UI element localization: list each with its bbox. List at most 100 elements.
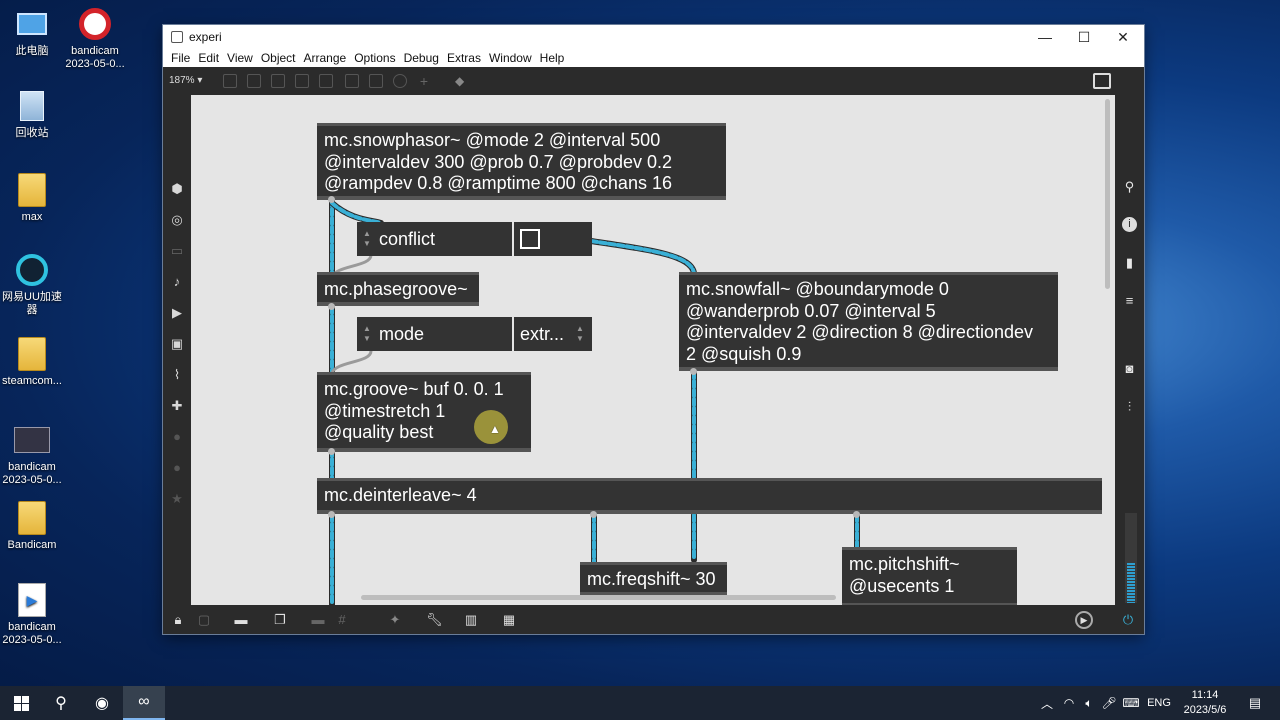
- toolbar-icon[interactable]: [319, 74, 333, 88]
- desktop-icon-bandicam-folder[interactable]: Bandicam: [0, 500, 72, 552]
- debug-icon[interactable]: ✦: [388, 613, 402, 627]
- horizontal-scrollbar[interactable]: [361, 595, 836, 600]
- plug-icon[interactable]: ✚: [170, 399, 184, 413]
- v-icon[interactable]: ●: [170, 430, 184, 444]
- toggle-box[interactable]: [514, 222, 592, 256]
- camera-icon[interactable]: ◙: [1122, 361, 1137, 376]
- play-icon[interactable]: ▶: [1075, 611, 1093, 629]
- volume-icon[interactable]: 🔈︎: [1078, 686, 1100, 720]
- conflict-umenu[interactable]: ▲ ▼ conflict: [357, 222, 512, 256]
- bandicam-icon: [77, 6, 113, 42]
- menu-view[interactable]: View: [223, 51, 257, 65]
- notification-icon[interactable]: ▤: [1240, 686, 1270, 720]
- desktop-icon-uu-accelerator[interactable]: 网易UU加速 器: [0, 252, 72, 317]
- outlet-dot[interactable]: [328, 303, 335, 310]
- desktop-icon-recycle-bin[interactable]: 回收站: [0, 88, 72, 140]
- max-app-icon[interactable]: ∞: [123, 686, 165, 720]
- mc-phasegroove-object[interactable]: mc.phasegroove~: [317, 272, 479, 306]
- toolbar-icon[interactable]: [345, 74, 359, 88]
- wifi-icon[interactable]: ◠: [1058, 686, 1080, 720]
- grid-icon[interactable]: #: [335, 613, 349, 627]
- power-icon[interactable]: ⏻: [1121, 613, 1135, 627]
- mode-umenu[interactable]: ▲ ▼ mode: [357, 317, 512, 351]
- rect-icon[interactable]: ▭: [170, 244, 184, 258]
- outlet-dot[interactable]: [328, 448, 335, 455]
- toolbar-icon[interactable]: [393, 74, 407, 88]
- book-icon[interactable]: ▮: [1122, 255, 1137, 270]
- menu-extras[interactable]: Extras: [443, 51, 485, 65]
- maximize-button[interactable]: ☐: [1064, 25, 1104, 49]
- vertical-scrollbar[interactable]: [1105, 99, 1110, 289]
- menu-debug[interactable]: Debug: [400, 51, 443, 65]
- mute-icon[interactable]: ▬: [311, 613, 325, 627]
- toolbar-icon[interactable]: [271, 74, 285, 88]
- piano-icon[interactable]: ▥: [464, 613, 478, 627]
- outlet-dot[interactable]: [590, 511, 597, 518]
- presentation-icon[interactable]: ▢: [197, 613, 211, 627]
- playlist-icon[interactable]: ▶: [170, 306, 184, 320]
- menu-help[interactable]: Help: [536, 51, 569, 65]
- wrench-icon[interactable]: 🔧︎: [426, 613, 443, 627]
- music-note-icon[interactable]: ♪: [170, 275, 184, 289]
- paperclip-icon[interactable]: ⌇: [170, 368, 184, 382]
- extr-umenu[interactable]: extr... ▲ ▼: [514, 317, 592, 351]
- p-icon[interactable]: ●: [170, 461, 184, 475]
- paint-bucket-icon[interactable]: ◆: [455, 74, 469, 88]
- mc-pitchshift-object[interactable]: mc.pitchshift~ @usecents 1: [842, 547, 1017, 605]
- max-patcher-window: experi — ☐ ✕ File Edit View Object Arran…: [163, 25, 1144, 634]
- steam-icon[interactable]: ◉: [81, 686, 123, 720]
- desktop-icon-bandicam-video-1[interactable]: bandicam 2023-05-0...: [0, 422, 72, 487]
- zoom-dropdown[interactable]: 187% ▾: [169, 75, 202, 86]
- toolbar-icon[interactable]: [247, 74, 261, 88]
- desktop-icon-max[interactable]: max: [0, 172, 72, 224]
- desktop-icon-bandicam-recording[interactable]: bandicam 2023-05-0...: [55, 6, 135, 71]
- info-icon[interactable]: i: [1122, 217, 1137, 232]
- mc-snowphasor-object[interactable]: mc.snowphasor~ @mode 2 @interval 500 @in…: [317, 123, 726, 200]
- keyboard-icon[interactable]: ⌨: [1120, 686, 1142, 720]
- target-icon[interactable]: ◎: [170, 213, 184, 227]
- lock-icon[interactable]: 🔒︎: [171, 613, 185, 627]
- language-indicator[interactable]: ENG: [1144, 686, 1174, 720]
- minimize-button[interactable]: —: [1025, 25, 1065, 49]
- outlet-dot[interactable]: [690, 368, 697, 375]
- close-button[interactable]: ✕: [1103, 25, 1143, 49]
- grid-view-icon[interactable]: [1093, 73, 1111, 89]
- comment-icon[interactable]: ▬: [234, 613, 248, 627]
- list-icon[interactable]: ≡: [1122, 293, 1137, 308]
- clock[interactable]: 11:14 2023/5/6: [1180, 688, 1230, 718]
- patcher-canvas[interactable]: mc.snowphasor~ @mode 2 @interval 500 @in…: [191, 95, 1115, 605]
- checkbox-icon[interactable]: [520, 229, 540, 249]
- microphone-icon[interactable]: 🎤︎: [1098, 686, 1120, 720]
- mc-snowfall-object[interactable]: mc.snowfall~ @boundarymode 0 @wanderprob…: [679, 272, 1058, 371]
- mixer-icon[interactable]: ⫶: [1122, 399, 1137, 414]
- menu-object[interactable]: Object: [257, 51, 300, 65]
- cube-icon[interactable]: ⬢: [170, 182, 184, 196]
- desktop-icon-steamcom[interactable]: steamcom...: [0, 336, 72, 388]
- image-icon[interactable]: ▣: [170, 337, 184, 351]
- outlet-dot[interactable]: [328, 511, 335, 518]
- menu-file[interactable]: File: [167, 51, 194, 65]
- outlet-dot[interactable]: [328, 196, 335, 203]
- mc-deinterleave-object[interactable]: mc.deinterleave~ 4: [317, 478, 1102, 514]
- app-icon: [171, 31, 183, 43]
- windows-icon[interactable]: ❐: [273, 613, 287, 627]
- clock-date: 2023/5/6: [1183, 704, 1227, 716]
- plus-icon[interactable]: +: [417, 74, 431, 88]
- toolbar-icon[interactable]: [369, 74, 383, 88]
- star-icon[interactable]: ★: [170, 492, 184, 506]
- search-icon[interactable]: ⚲: [40, 686, 82, 720]
- chevron-up-icon[interactable]: ︿: [1036, 686, 1058, 720]
- menu-arrange[interactable]: Arrange: [300, 51, 351, 65]
- mc-freqshift-object[interactable]: mc.freqshift~ 30: [580, 562, 727, 596]
- menu-window[interactable]: Window: [485, 51, 536, 65]
- menu-options[interactable]: Options: [350, 51, 399, 65]
- start-button[interactable]: [0, 686, 42, 720]
- toolbar-icon[interactable]: [295, 74, 309, 88]
- outlet-dot[interactable]: [853, 511, 860, 518]
- desktop-icon-bandicam-video-2[interactable]: ▶ bandicam 2023-05-0...: [0, 582, 72, 647]
- menu-edit[interactable]: Edit: [194, 51, 223, 65]
- video-file-icon: ▶: [14, 582, 50, 618]
- search-icon[interactable]: ⚲: [1122, 179, 1137, 194]
- keyboard-icon[interactable]: ▦: [502, 613, 516, 627]
- toolbar-icon[interactable]: [223, 74, 237, 88]
